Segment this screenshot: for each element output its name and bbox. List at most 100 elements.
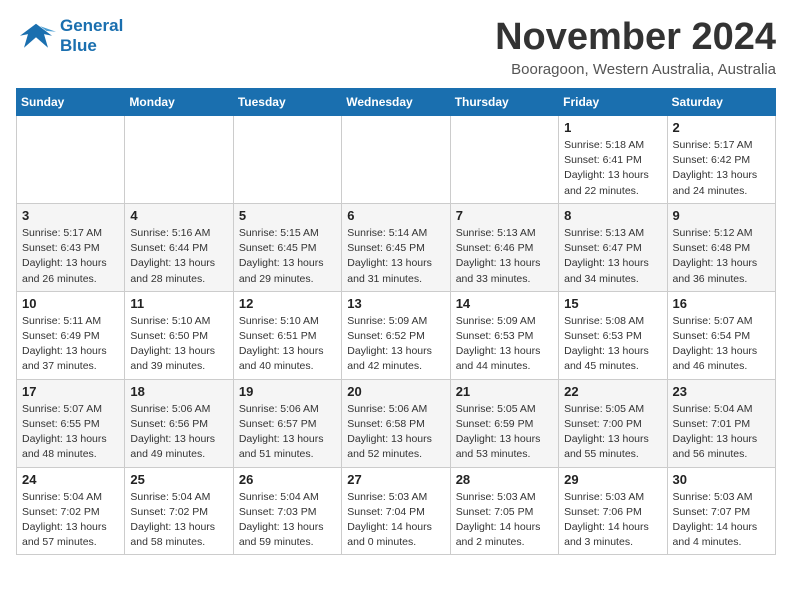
day-number: 15 — [564, 296, 661, 311]
calendar-table: Sunday Monday Tuesday Wednesday Thursday… — [16, 88, 776, 555]
table-row: 28Sunrise: 5:03 AMSunset: 7:05 PMDayligh… — [450, 467, 558, 555]
day-info: Sunrise: 5:06 AMSunset: 6:56 PMDaylight:… — [130, 402, 227, 463]
day-info: Sunrise: 5:06 AMSunset: 6:58 PMDaylight:… — [347, 402, 444, 463]
day-number: 7 — [456, 208, 553, 223]
calendar-header-row: Sunday Monday Tuesday Wednesday Thursday… — [17, 89, 776, 116]
day-info: Sunrise: 5:09 AMSunset: 6:52 PMDaylight:… — [347, 314, 444, 375]
table-row: 9 Sunrise: 5:12 AMSunset: 6:48 PMDaylight… — [667, 203, 775, 291]
table-row: 29 Sunrise: 5:03 AMSunset: 7:06 PMDayligh… — [559, 467, 667, 555]
day-number: 8 — [564, 208, 661, 223]
day-number: 24 — [22, 472, 119, 487]
calendar-week-2: 3 Sunrise: 5:17 AMSunset: 6:43 PMDaylight… — [17, 203, 776, 291]
title-area: November 2024 Booragoon, Western Austral… — [495, 16, 776, 78]
header-tuesday: Tuesday — [233, 89, 341, 116]
table-row: 6 Sunrise: 5:14 AMSunset: 6:45 PMDaylight… — [342, 203, 450, 291]
header-wednesday: Wednesday — [342, 89, 450, 116]
table-row: 5Sunrise: 5:15 AMSunset: 6:45 PMDaylight… — [233, 203, 341, 291]
table-row: 12Sunrise: 5:10 AMSunset: 6:51 PMDayligh… — [233, 291, 341, 379]
header-friday: Friday — [559, 89, 667, 116]
day-number: 30 — [673, 472, 770, 487]
day-number: 1 — [564, 120, 661, 135]
day-number: 25 — [130, 472, 227, 487]
table-row: 7 Sunrise: 5:13 AMSunset: 6:46 PMDaylight… — [450, 203, 558, 291]
day-info: Sunrise: 5:15 AMSunset: 6:45 PMDaylight:… — [239, 226, 336, 287]
table-row: 11Sunrise: 5:10 AMSunset: 6:50 PMDayligh… — [125, 291, 233, 379]
day-info: Sunrise: 5:05 AMSunset: 7:00 PMDaylight:… — [564, 402, 661, 463]
day-info: Sunrise: 5:03 AMSunset: 7:06 PMDaylight:… — [564, 490, 661, 551]
table-row: 27Sunrise: 5:03 AMSunset: 7:04 PMDayligh… — [342, 467, 450, 555]
day-number: 6 — [347, 208, 444, 223]
day-number: 3 — [22, 208, 119, 223]
table-row: 16 Sunrise: 5:07 AMSunset: 6:54 PMDayligh… — [667, 291, 775, 379]
day-info: Sunrise: 5:12 AMSunset: 6:48 PMDaylight:… — [673, 226, 770, 287]
day-info: Sunrise: 5:03 AMSunset: 7:07 PMDaylight:… — [673, 490, 770, 551]
day-info: Sunrise: 5:13 AMSunset: 6:47 PMDaylight:… — [564, 226, 661, 287]
day-number: 20 — [347, 384, 444, 399]
table-row: 1 Sunrise: 5:18 AMSunset: 6:41 PMDaylight… — [559, 116, 667, 204]
table-row: 10Sunrise: 5:11 AMSunset: 6:49 PMDayligh… — [17, 291, 125, 379]
table-row: 24 Sunrise: 5:04 AMSunset: 7:02 PMDayligh… — [17, 467, 125, 555]
day-info: Sunrise: 5:18 AMSunset: 6:41 PMDaylight:… — [564, 138, 661, 199]
day-info: Sunrise: 5:10 AMSunset: 6:50 PMDaylight:… — [130, 314, 227, 375]
table-row: 8 Sunrise: 5:13 AMSunset: 6:47 PMDaylight… — [559, 203, 667, 291]
day-number: 19 — [239, 384, 336, 399]
table-row: 3 Sunrise: 5:17 AMSunset: 6:43 PMDaylight… — [17, 203, 125, 291]
header-sunday: Sunday — [17, 89, 125, 116]
day-info: Sunrise: 5:06 AMSunset: 6:57 PMDaylight:… — [239, 402, 336, 463]
calendar-week-1: 1 Sunrise: 5:18 AMSunset: 6:41 PMDaylight… — [17, 116, 776, 204]
day-number: 16 — [673, 296, 770, 311]
day-number: 10 — [22, 296, 119, 311]
table-row: 22 Sunrise: 5:05 AMSunset: 7:00 PMDayligh… — [559, 379, 667, 467]
table-row — [125, 116, 233, 204]
day-info: Sunrise: 5:09 AMSunset: 6:53 PMDaylight:… — [456, 314, 553, 375]
day-number: 21 — [456, 384, 553, 399]
table-row: 21 Sunrise: 5:05 AMSunset: 6:59 PMDayligh… — [450, 379, 558, 467]
table-row — [450, 116, 558, 204]
day-number: 18 — [130, 384, 227, 399]
table-row: 13 Sunrise: 5:09 AMSunset: 6:52 PMDayligh… — [342, 291, 450, 379]
day-info: Sunrise: 5:04 AMSunset: 7:03 PMDaylight:… — [239, 490, 336, 551]
day-number: 26 — [239, 472, 336, 487]
table-row: 25 Sunrise: 5:04 AMSunset: 7:02 PMDayligh… — [125, 467, 233, 555]
day-info: Sunrise: 5:07 AMSunset: 6:54 PMDaylight:… — [673, 314, 770, 375]
table-row: 2Sunrise: 5:17 AMSunset: 6:42 PMDaylight… — [667, 116, 775, 204]
calendar-week-4: 17 Sunrise: 5:07 AMSunset: 6:55 PMDayligh… — [17, 379, 776, 467]
day-number: 22 — [564, 384, 661, 399]
calendar-week-3: 10Sunrise: 5:11 AMSunset: 6:49 PMDayligh… — [17, 291, 776, 379]
logo-text: General Blue — [60, 16, 123, 57]
table-row: 15Sunrise: 5:08 AMSunset: 6:53 PMDayligh… — [559, 291, 667, 379]
day-info: Sunrise: 5:04 AMSunset: 7:02 PMDaylight:… — [130, 490, 227, 551]
day-number: 17 — [22, 384, 119, 399]
table-row — [233, 116, 341, 204]
day-number: 28 — [456, 472, 553, 487]
day-info: Sunrise: 5:17 AMSunset: 6:43 PMDaylight:… — [22, 226, 119, 287]
table-row: 4 Sunrise: 5:16 AMSunset: 6:44 PMDaylight… — [125, 203, 233, 291]
day-info: Sunrise: 5:05 AMSunset: 6:59 PMDaylight:… — [456, 402, 553, 463]
table-row: 14 Sunrise: 5:09 AMSunset: 6:53 PMDayligh… — [450, 291, 558, 379]
day-info: Sunrise: 5:14 AMSunset: 6:45 PMDaylight:… — [347, 226, 444, 287]
day-info: Sunrise: 5:10 AMSunset: 6:51 PMDaylight:… — [239, 314, 336, 375]
day-number: 13 — [347, 296, 444, 311]
table-row: 20 Sunrise: 5:06 AMSunset: 6:58 PMDayligh… — [342, 379, 450, 467]
day-number: 4 — [130, 208, 227, 223]
header-saturday: Saturday — [667, 89, 775, 116]
day-info: Sunrise: 5:07 AMSunset: 6:55 PMDaylight:… — [22, 402, 119, 463]
logo-icon — [16, 19, 56, 54]
day-info: Sunrise: 5:04 AMSunset: 7:02 PMDaylight:… — [22, 490, 119, 551]
day-number: 29 — [564, 472, 661, 487]
calendar-week-5: 24 Sunrise: 5:04 AMSunset: 7:02 PMDayligh… — [17, 467, 776, 555]
day-info: Sunrise: 5:16 AMSunset: 6:44 PMDaylight:… — [130, 226, 227, 287]
day-info: Sunrise: 5:13 AMSunset: 6:46 PMDaylight:… — [456, 226, 553, 287]
day-number: 9 — [673, 208, 770, 223]
table-row: 26 Sunrise: 5:04 AMSunset: 7:03 PMDayligh… — [233, 467, 341, 555]
table-row: 19 Sunrise: 5:06 AMSunset: 6:57 PMDayligh… — [233, 379, 341, 467]
table-row: 17 Sunrise: 5:07 AMSunset: 6:55 PMDayligh… — [17, 379, 125, 467]
header-thursday: Thursday — [450, 89, 558, 116]
table-row — [342, 116, 450, 204]
table-row: 18 Sunrise: 5:06 AMSunset: 6:56 PMDayligh… — [125, 379, 233, 467]
table-row: 23Sunrise: 5:04 AMSunset: 7:01 PMDayligh… — [667, 379, 775, 467]
header-monday: Monday — [125, 89, 233, 116]
day-number: 2 — [673, 120, 770, 135]
logo: General Blue — [16, 16, 123, 57]
day-number: 14 — [456, 296, 553, 311]
